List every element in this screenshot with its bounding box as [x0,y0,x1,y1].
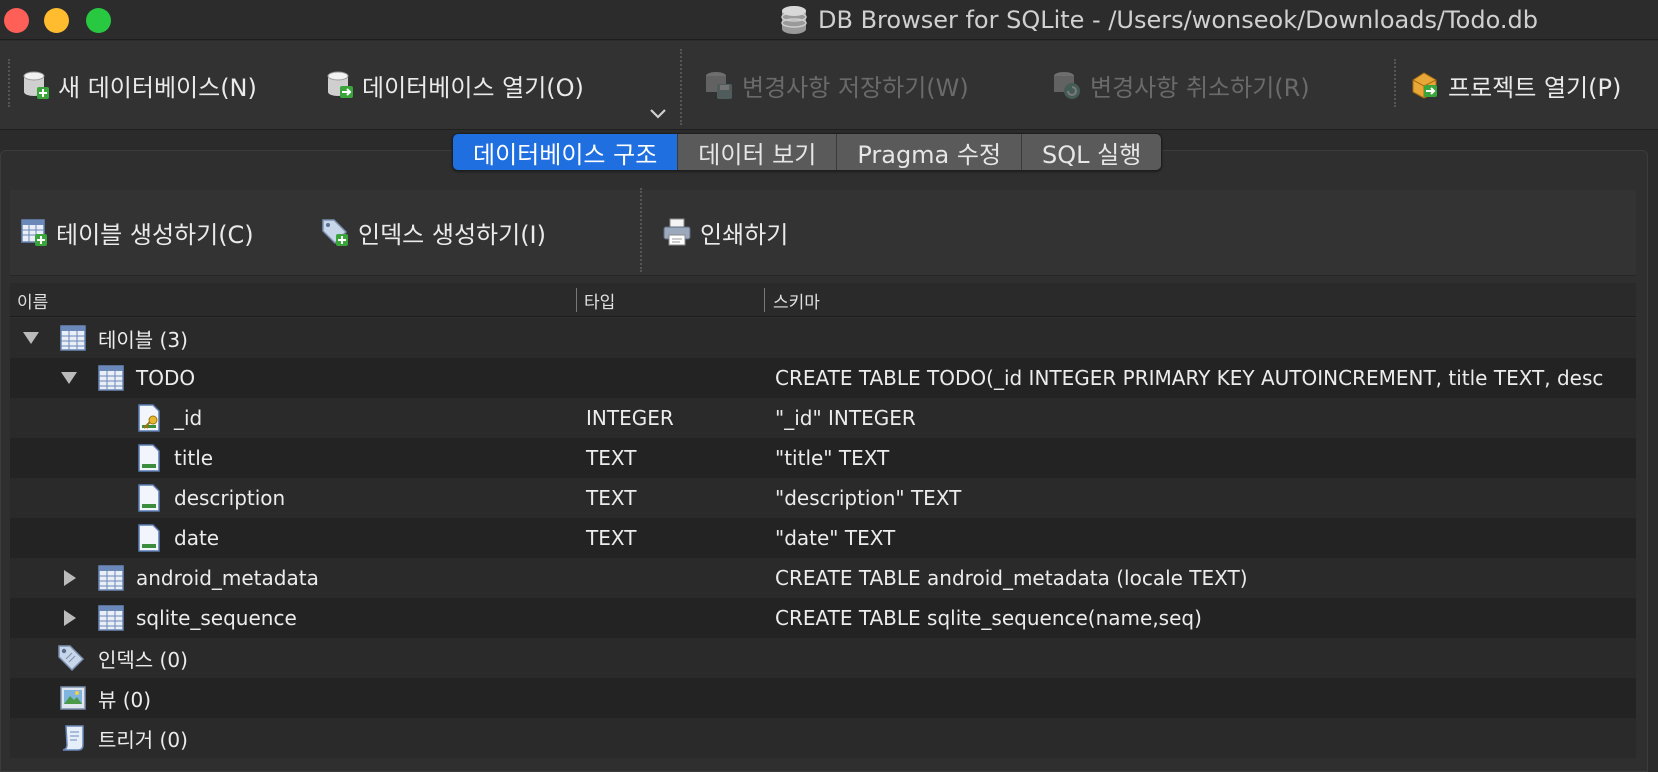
tree-item-type: TEXT [586,446,637,470]
create-table-icon [21,219,47,246]
printer-icon [663,218,691,246]
tree-item-type: TEXT [586,526,637,550]
tree-row-field-title[interactable]: title TEXT "title" TEXT [10,438,1636,478]
tree-item-name: TODO [136,366,196,390]
tree-item-name: android_metadata [136,566,319,590]
tree-item-name: 인덱스 (0) [98,647,188,672]
tree-item-schema: "description" TEXT [775,486,962,510]
view-icon [60,686,86,710]
collapsed-arrow-icon[interactable] [60,610,78,626]
tab-browse-data[interactable]: 데이터 보기 [678,134,838,170]
write-changes-button[interactable]: 변경사항 저장하기(W) [704,67,969,103]
field-icon [138,484,160,512]
revert-changes-button[interactable]: 변경사항 취소하기(R) [1052,67,1310,103]
new-database-button[interactable]: 새 데이터베이스(N) [22,67,257,103]
tree-item-name: 트리거 (0) [98,727,188,752]
database-icon [781,6,807,34]
open-project-label: 프로젝트 열기(P) [1448,73,1622,102]
field-icon [138,524,160,552]
create-table-label: 테이블 생성하기(C) [56,220,254,249]
schema-tree: 테이블 (3) TODO CREATE TABLE TODO(_id INTEG… [10,318,1636,758]
expanded-arrow-icon[interactable] [60,370,78,386]
table-icon [98,605,124,631]
tree-item-type: TEXT [586,486,637,510]
tab-edit-pragmas[interactable]: Pragma 수정 [837,134,1023,170]
tree-header: 이름 타입 스키마 [10,283,1636,317]
expanded-arrow-icon[interactable] [22,330,40,346]
collapsed-arrow-icon[interactable] [60,570,78,586]
column-header-type[interactable]: 타입 [584,283,615,317]
trigger-scroll-icon [62,725,84,751]
print-label: 인쇄하기 [700,220,789,249]
tree-row-triggers[interactable]: 트리거 (0) [10,718,1636,758]
tree-row-field-date[interactable]: date TEXT "date" TEXT [10,518,1636,558]
write-changes-label: 변경사항 저장하기(W) [742,73,969,102]
main-toolbar: 새 데이터베이스(N) 데이터베이스 열기(O) 변경사항 저장하기(W) 변경… [0,41,1658,130]
revert-icon [1054,72,1080,99]
tree-item-schema: CREATE TABLE TODO(_id INTEGER PRIMARY KE… [775,366,1604,390]
tree-row-table-sqlite-sequence[interactable]: sqlite_sequence CREATE TABLE sqlite_sequ… [10,598,1636,638]
new-database-icon [23,71,49,99]
tree-item-type: INTEGER [586,406,674,430]
minimize-window-button[interactable] [44,8,69,33]
close-window-button[interactable] [4,8,29,33]
maximize-window-button[interactable] [86,8,111,33]
tree-row-views[interactable]: 뷰 (0) [10,678,1636,718]
subtoolbar-separator [640,188,642,272]
create-table-button[interactable]: 테이블 생성하기(C) [20,214,254,250]
create-index-label: 인덱스 생성하기(I) [358,220,546,249]
main-tab-bar: 데이터베이스 구조 데이터 보기 Pragma 수정 SQL 실행 [452,133,1163,171]
open-project-button[interactable]: 프로젝트 열기(P) [1410,67,1621,103]
primary-key-field-icon [138,404,160,432]
new-database-label: 새 데이터베이스(N) [58,73,257,102]
toolbar-separator [680,49,682,125]
title-bar: DB Browser for SQLite - /Users/wonseok/D… [0,0,1658,40]
table-icon [98,565,124,591]
column-header-schema[interactable]: 스키마 [773,283,820,317]
structure-toolbar: 테이블 생성하기(C) 인덱스 생성하기(I) 인쇄하기 [10,188,1636,276]
tree-row-table-android-metadata[interactable]: android_metadata CREATE TABLE android_me… [10,558,1636,598]
tree-row-indexes[interactable]: 인덱스 (0) [10,638,1636,678]
tree-row-field-description[interactable]: description TEXT "description" TEXT [10,478,1636,518]
tree-item-name: _id [174,406,203,430]
column-header-name[interactable]: 이름 [17,283,48,317]
create-index-icon [322,219,348,246]
tree-item-schema: "date" TEXT [775,526,896,550]
open-project-icon [1412,72,1437,99]
tree-item-name: sqlite_sequence [136,606,297,630]
chevron-down-icon[interactable] [648,103,668,123]
tree-item-name: 뷰 (0) [98,687,152,712]
open-database-label: 데이터베이스 열기(O) [362,73,584,102]
tree-row-tables[interactable]: 테이블 (3) [10,318,1636,358]
open-database-icon [327,71,353,98]
tab-execute-sql[interactable]: SQL 실행 [1022,134,1162,170]
open-database-button[interactable]: 데이터베이스 열기(O) [326,67,584,103]
tree-row-table-todo[interactable]: TODO CREATE TABLE TODO(_id INTEGER PRIMA… [10,358,1636,398]
index-tag-icon [58,645,85,672]
tree-item-schema: CREATE TABLE sqlite_sequence(name,seq) [775,606,1202,630]
revert-changes-label: 변경사항 취소하기(R) [1090,73,1310,102]
window-title: DB Browser for SQLite - /Users/wonseok/D… [818,6,1538,34]
tree-item-name: title [174,446,214,470]
tree-item-name: description [174,486,286,510]
tree-item-name: date [174,526,220,550]
tree-item-schema: "_id" INTEGER [775,406,916,430]
tree-row-field-id[interactable]: _id INTEGER "_id" INTEGER [10,398,1636,438]
create-index-button[interactable]: 인덱스 생성하기(I) [320,214,546,250]
field-icon [138,444,160,472]
table-icon [60,325,86,351]
save-icon [706,72,732,99]
tab-database-structure[interactable]: 데이터베이스 구조 [453,134,679,170]
column-separator[interactable] [576,288,577,312]
print-button[interactable]: 인쇄하기 [662,214,788,250]
toolbar-separator-2 [1394,59,1396,107]
tree-item-schema: "title" TEXT [775,446,890,470]
column-separator[interactable] [764,288,765,312]
tree-item-schema: CREATE TABLE android_metadata (locale TE… [775,566,1248,590]
table-icon [98,365,124,391]
toolbar-grip [8,59,10,107]
tree-item-name: 테이블 (3) [98,327,188,352]
